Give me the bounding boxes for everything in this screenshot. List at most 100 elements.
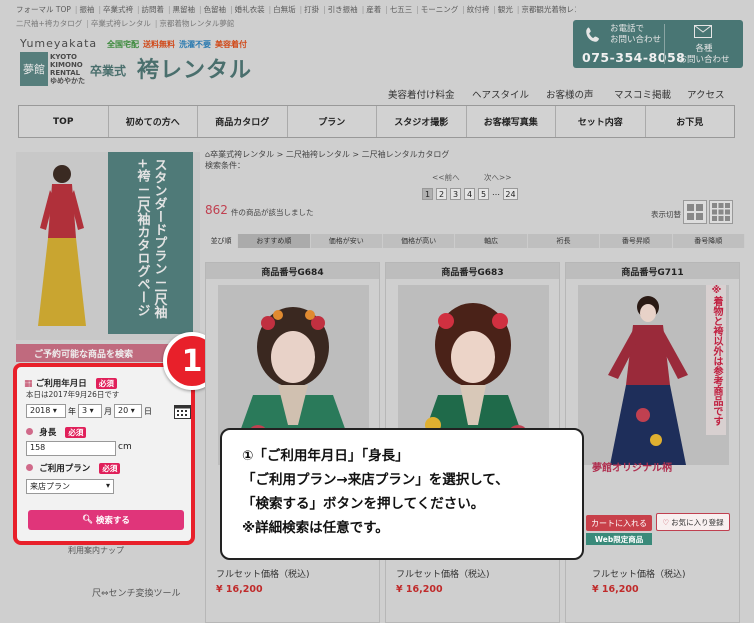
secondary-link[interactable]: 卒業式袴レンタル [91, 19, 151, 28]
plan-select[interactable]: 来店プラン ▾ [26, 479, 114, 494]
link-separator: | [516, 5, 520, 14]
view-toggle-label: 表示切替 [651, 210, 681, 219]
day-select[interactable]: 20 ▾ [114, 404, 142, 418]
global-link[interactable]: フォーマル TOP [16, 5, 71, 14]
result-count: 862 [205, 203, 228, 217]
global-link[interactable]: 引き振袖 [328, 5, 358, 14]
pager-next[interactable]: 次へ>> [484, 172, 512, 183]
sort-width[interactable]: 軸広 [455, 234, 528, 248]
link-separator: | [462, 5, 465, 14]
sort-sleeve[interactable]: 裄長 [528, 234, 601, 248]
height-required-badge: 必須 [65, 427, 87, 438]
product-card[interactable]: 商品番号G711 ※着物と袴以外は参考商品です 夢館オリジナル柄 カートに入れる… [565, 262, 740, 623]
banner-title: スタンダードプラン 二尺袖+袴 二尺袖カタログページ [108, 152, 193, 334]
global-link[interactable]: 打掛 [304, 5, 319, 14]
nav-plan[interactable]: プラン [288, 106, 377, 137]
product-number: 商品番号G683 [386, 263, 559, 279]
logo[interactable]: 夢館 [20, 52, 48, 86]
plan-value: 来店プラン [30, 482, 70, 491]
global-link[interactable]: 七五三 [390, 5, 413, 14]
brand-kimono-line: RENTAL [50, 69, 81, 77]
nav-preview[interactable]: お下見 [646, 106, 735, 137]
global-link[interactable]: 紋付袴 [467, 5, 490, 14]
brand-kimono-text: KYOTO KIMONO RENTAL ゆめやかた [50, 53, 85, 85]
month-select[interactable]: 3 ▾ [78, 404, 102, 418]
date-label: ご利用年月日 [35, 379, 87, 389]
price: ¥ 16,200 [592, 584, 639, 595]
link-separator: | [385, 5, 388, 14]
height-label: 身長 [39, 428, 57, 438]
subnav-beauty[interactable]: 美容着付け料金 [388, 87, 455, 101]
page-24[interactable]: 24 [503, 188, 518, 200]
global-links: フォーマル TOP | 振袖 | 卒業式袴 | 訪問着 | 黒留袖 | 色留袖 | 婚礼衣装 | 白無垢 | 打… [16, 4, 576, 15]
global-link[interactable]: 振袖 [79, 5, 94, 14]
nav-photos[interactable]: お客様写真集 [467, 106, 556, 137]
global-link[interactable]: モーニング [421, 5, 459, 14]
favorite-label: お気に入り登録 [671, 517, 724, 527]
page-4[interactable]: 4 [464, 188, 475, 200]
sort-bar: 並び順 おすすめ順 価格が安い 価格が高い 軸広 裄長 番号昇順 番号降順 [205, 234, 745, 248]
add-to-cart-button[interactable]: カートに入れる [586, 515, 652, 531]
banner-model-image [30, 158, 90, 334]
usage-guide-link[interactable]: 利用案内ナップ [68, 545, 124, 556]
height-input[interactable]: 158 [26, 441, 116, 456]
subnav-voices[interactable]: お客様の声 [546, 87, 594, 101]
global-link[interactable]: 黒留袖 [173, 5, 196, 14]
contact-divider [664, 24, 665, 64]
page-2[interactable]: 2 [436, 188, 447, 200]
sort-number-desc[interactable]: 番号降順 [673, 234, 745, 248]
global-link[interactable]: 観光 [498, 5, 513, 14]
pager-prev[interactable]: <<前へ [432, 172, 460, 183]
instruction-note: ①「ご利用年月日」「身長」 「ご利用プラン→来店プラン」を選択して、 「検索する… [220, 428, 584, 560]
page-1[interactable]: 1 [422, 188, 433, 200]
page-3[interactable]: 3 [450, 188, 461, 200]
breadcrumb[interactable]: ⌂卒業式袴レンタル > 二尺袖袴レンタル > 二尺袖レンタルカタログ [205, 149, 449, 160]
phone-label[interactable]: お電話で お問い合わせ [610, 24, 661, 46]
mail-icon [694, 25, 712, 41]
calendar-icon[interactable] [174, 403, 191, 422]
sort-number-asc[interactable]: 番号昇順 [600, 234, 673, 248]
note-line: ①「ご利用年月日」「身長」 [242, 448, 409, 464]
phone-number[interactable]: 075-354-8058 [582, 50, 685, 65]
nav-catalog[interactable]: 商品カタログ [198, 106, 288, 137]
global-link[interactable]: 卒業式袴 [103, 5, 133, 14]
global-link[interactable]: 訪問着 [142, 5, 165, 14]
calendar-small-icon: ▦ [24, 379, 33, 389]
note-line: 「検索する」ボタンを押してください。 [242, 496, 485, 512]
dense-grid-view-icon[interactable] [709, 200, 733, 224]
web-limited-badge: Web限定商品 [586, 533, 652, 545]
subnav-hairstyle[interactable]: ヘアスタイル [472, 87, 529, 101]
sort-price-low[interactable]: 価格が安い [311, 234, 383, 248]
plan-required-badge: 必須 [99, 463, 121, 474]
year-select[interactable]: 2018 ▾ [26, 404, 66, 418]
favorite-button[interactable]: ♡ お気に入り登録 [656, 513, 730, 531]
sort-recommended[interactable]: おすすめ順 [238, 234, 311, 248]
nav-first-time[interactable]: 初めての方へ [109, 106, 198, 137]
nav-set[interactable]: セット内容 [556, 106, 646, 137]
global-link[interactable]: 色留袖 [204, 5, 227, 14]
price-label: フルセット価格（税込) [396, 570, 490, 580]
global-link[interactable]: 京都観光着物レンタル [521, 5, 576, 14]
brand-title: 袴レンタル [137, 58, 253, 83]
secondary-link[interactable]: 二尺袖+袴カタログ [16, 19, 82, 28]
brand-tag: 全国宅配 [107, 40, 139, 49]
conversion-tool-link[interactable]: 尺⇔センチ変換ツール [92, 586, 181, 599]
search-button[interactable]: 🔍︎ 検索する [28, 510, 184, 530]
global-link[interactable]: 白無垢 [273, 5, 296, 14]
mail-label[interactable]: 各種 お問い合わせ [676, 44, 732, 66]
grid-view-icon[interactable] [683, 200, 707, 224]
brand-kimono-line: KIMONO [50, 61, 83, 69]
global-link[interactable]: 婚礼衣装 [235, 5, 265, 14]
page-5[interactable]: 5 [478, 188, 489, 200]
nav-top[interactable]: TOP [19, 106, 109, 137]
height-unit: cm [118, 442, 132, 452]
phone-icon [584, 26, 606, 46]
sort-price-high[interactable]: 価格が高い [383, 234, 456, 248]
secondary-link[interactable]: 京都着物レンタル夢館 [159, 19, 234, 28]
nav-studio[interactable]: スタジオ撮影 [377, 106, 467, 137]
global-link[interactable]: 産着 [366, 5, 381, 14]
brand-title-prefix: 卒業式 [90, 64, 127, 78]
subnav-access[interactable]: アクセス [687, 87, 725, 101]
subnav-media[interactable]: マスコミ掲載 [614, 87, 671, 101]
link-separator: | [154, 19, 158, 28]
